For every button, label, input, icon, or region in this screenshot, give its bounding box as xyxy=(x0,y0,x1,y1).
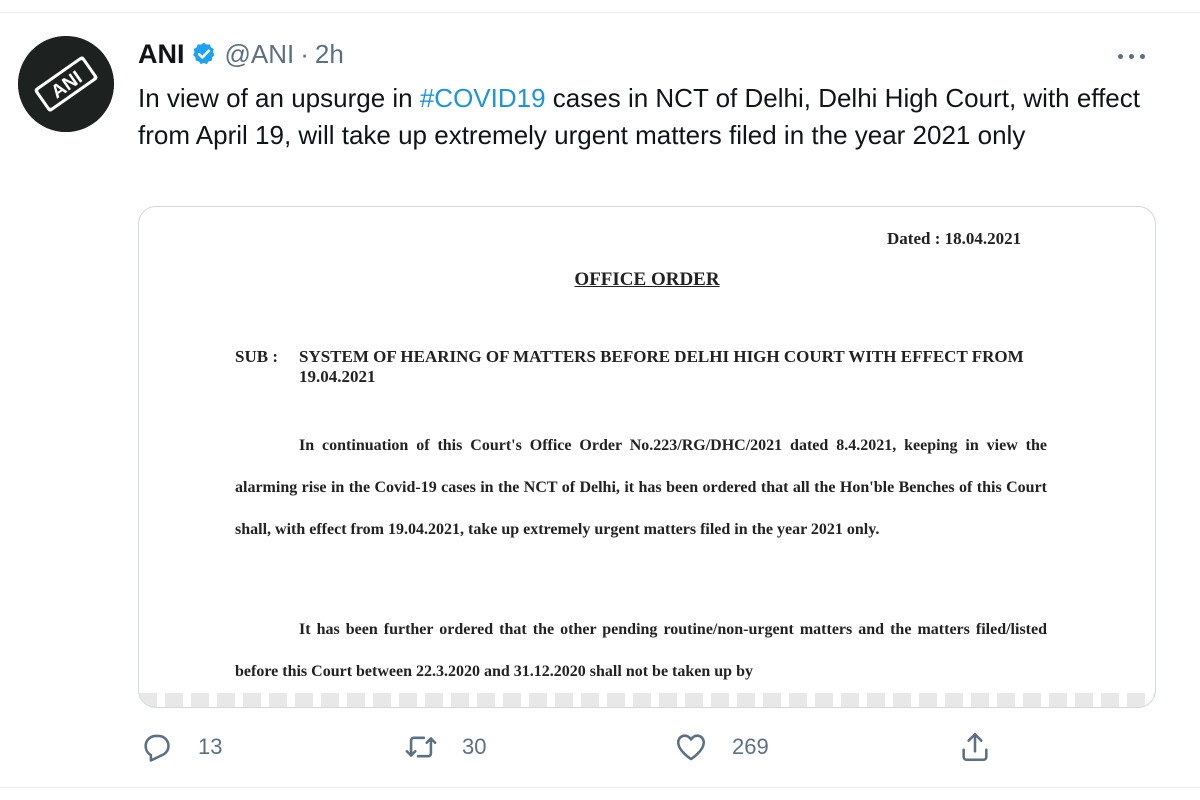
document-paragraph-2: It has been further ordered that the oth… xyxy=(235,621,1047,680)
tweet-text: In view of an upsurge in #COVID19 cases … xyxy=(138,80,1158,154)
reply-icon xyxy=(144,734,170,762)
office-order-document: ▬▬▬ ▬▬▬▬▬ Dated : 18.04.2021 OFFICE ORDE… xyxy=(139,207,1155,707)
more-dot xyxy=(1129,53,1134,59)
author-handle[interactable]: @ANI xyxy=(225,39,295,70)
bottom-divider xyxy=(0,787,1200,788)
tweet-text-before: In view of an upsurge in xyxy=(138,83,420,113)
like-button[interactable]: 269 xyxy=(674,722,769,772)
subject-label: SUB : xyxy=(235,347,278,366)
like-count: 269 xyxy=(732,734,769,759)
more-options-icon[interactable] xyxy=(1118,46,1158,66)
avatar[interactable]: ANI xyxy=(18,36,114,132)
cutoff-bottom-text xyxy=(139,693,1155,707)
document-date: Dated : 18.04.2021 xyxy=(887,229,1022,248)
retweet-count: 30 xyxy=(462,734,487,759)
retweet-icon xyxy=(405,736,437,758)
cutoff-header-text: ▬▬▬ ▬▬▬▬▬ xyxy=(849,207,1049,211)
tweet-actions: 13 30 269 xyxy=(0,722,1200,772)
verified-badge-icon xyxy=(191,41,217,67)
reply-count: 13 xyxy=(198,734,223,759)
reply-button[interactable]: 13 xyxy=(140,722,222,772)
retweet-button[interactable]: 30 xyxy=(404,722,486,772)
top-divider xyxy=(0,12,1200,13)
hashtag-link[interactable]: #COVID19 xyxy=(420,83,546,113)
subject-text: SYSTEM OF HEARING OF MATTERS BEFORE DELH… xyxy=(299,347,1024,386)
document-title: OFFICE ORDER xyxy=(574,269,720,290)
avatar-logo: ANI xyxy=(18,36,114,132)
tweet-header: ANI @ANI · 2h xyxy=(138,36,344,72)
author-name[interactable]: ANI xyxy=(138,39,185,70)
separator-dot: · xyxy=(300,38,309,69)
timestamp[interactable]: 2h xyxy=(315,39,344,70)
more-dot xyxy=(1118,53,1123,59)
like-icon xyxy=(676,734,706,761)
more-dot xyxy=(1140,53,1145,59)
share-icon xyxy=(962,732,988,762)
share-button[interactable] xyxy=(958,722,992,772)
document-paragraph-1: In continuation of this Court's Office O… xyxy=(235,437,1047,538)
attached-document-image[interactable]: ▬▬▬ ▬▬▬▬▬ Dated : 18.04.2021 OFFICE ORDE… xyxy=(138,206,1156,708)
